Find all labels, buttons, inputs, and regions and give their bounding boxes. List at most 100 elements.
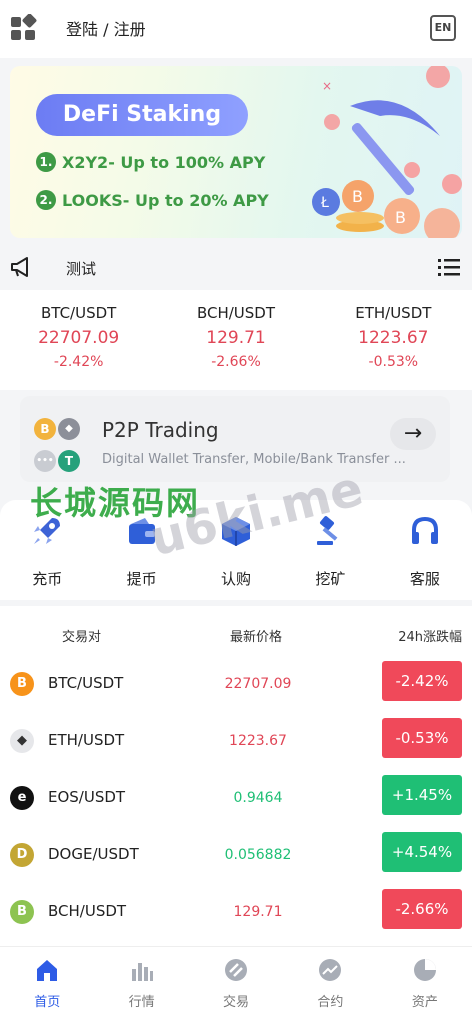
tether-icon: T [58, 450, 80, 472]
banner-title: DeFi Staking [36, 94, 248, 136]
language-switch-button[interactable]: EN [430, 15, 456, 41]
megaphone-icon [11, 257, 28, 277]
ticker-summary: BTC/USDT 22707.09 -2.42% BCH/USDT 129.71… [0, 290, 472, 390]
p2p-subtitle: Digital Wallet Transfer, Mobile/Bank Tra… [102, 452, 406, 467]
market-row[interactable]: ◆ ETH/USDT 1223.67 -0.53% [0, 715, 472, 772]
coin-icon: B [10, 672, 34, 696]
coin-icon: B [10, 900, 34, 924]
list-icon[interactable] [438, 258, 460, 276]
hammer-icon [317, 516, 338, 545]
p2p-trading-card[interactable]: B ◆ ••• T P2P Trading Digital Wallet Tra… [20, 396, 450, 482]
header-price: 最新价格 [230, 630, 283, 645]
svg-text:B: B [395, 208, 406, 227]
ticker-change: -2.66% [211, 354, 261, 370]
tab-label: 合约 [317, 995, 344, 1010]
deposit-button[interactable]: 充币 [0, 500, 94, 600]
market-pair: EOS/USDT [48, 788, 126, 806]
change-badge[interactable]: -0.53% [382, 718, 462, 758]
p2p-title: P2P Trading [102, 418, 219, 442]
market-pair: DOGE/USDT [48, 845, 139, 863]
market-price: 0.9464 [233, 790, 283, 806]
market-row[interactable]: D DOGE/USDT 0.056882 +4.54% [0, 829, 472, 886]
change-badge[interactable]: +1.45% [382, 775, 462, 815]
coin-icon: D [10, 843, 34, 867]
market-pair: BCH/USDT [48, 902, 127, 920]
change-badge[interactable]: -2.66% [382, 889, 462, 929]
change-badge[interactable]: +4.54% [382, 832, 462, 872]
market-price: 22707.09 [224, 676, 292, 692]
ticker-pair: ETH/USDT [355, 304, 432, 322]
ticker-price: 129.71 [206, 328, 266, 348]
ticker-change: -2.42% [53, 354, 104, 370]
tab-label: 首页 [34, 995, 61, 1010]
banner-line-1: 1. X2Y2- Up to 100% APY [36, 152, 265, 172]
tab-label: 资产 [411, 995, 438, 1010]
ticker-pair: BCH/USDT [196, 304, 276, 322]
tab-home[interactable]: 首页 [0, 947, 94, 1024]
market-pair: BTC/USDT [48, 674, 124, 692]
ticker-btc[interactable]: BTC/USDT 22707.09 -2.42% [0, 290, 157, 390]
bitcoin-icon: B [34, 418, 56, 440]
pickaxe-coins-illustration: B Ł B × [312, 66, 462, 238]
market-list: 交易对 最新价格 24h涨跌幅 B BTC/USDT 22707.09 -2.42% ◆… [0, 606, 472, 946]
coin-icon: ◆ [10, 729, 34, 753]
exchange-icon [225, 959, 248, 981]
header-pair: 交易对 [62, 630, 102, 645]
wallet-icon [128, 518, 155, 544]
notice-text: 测试 [66, 260, 97, 278]
ticker-change: -0.53% [368, 354, 419, 370]
notice-bar[interactable]: 测试 [0, 246, 472, 288]
deposit-label: 充币 [32, 570, 63, 588]
ethereum-icon: ◆ [58, 418, 80, 440]
market-row[interactable]: B BTC/USDT 22707.09 -2.42% [0, 658, 472, 715]
market-price: 1223.67 [229, 733, 287, 749]
pie-chart-icon [413, 959, 436, 981]
tab-assets[interactable]: 资产 [378, 947, 472, 1024]
banner-line-2: 2. LOOKS- Up to 20% APY [36, 190, 269, 210]
mining-label: 挖矿 [315, 570, 346, 588]
box-icon [222, 517, 251, 546]
apps-icon[interactable] [10, 14, 38, 42]
market-price: 129.71 [233, 904, 283, 920]
market-row[interactable]: B BCH/USDT 129.71 -2.66% [0, 886, 472, 943]
subscribe-label: 认购 [221, 570, 252, 588]
login-register-link[interactable]: 登陆 / 注册 [66, 16, 146, 40]
tab-label: 交易 [223, 995, 250, 1010]
tab-trade[interactable]: 交易 [189, 947, 283, 1024]
bottom-tab-bar: 首页 行情 交易 合约 资产 [0, 946, 472, 1024]
market-price: 0.056882 [224, 847, 292, 863]
svg-text:×: × [322, 79, 332, 93]
promo-banner[interactable]: DeFi Staking 1. X2Y2- Up to 100% APY 2. … [10, 66, 462, 238]
svg-text:B: B [352, 187, 363, 206]
market-pair: ETH/USDT [48, 731, 125, 749]
withdraw-button[interactable]: 提币 [94, 500, 188, 600]
support-button[interactable]: 客服 [378, 500, 472, 600]
top-header: 登陆 / 注册 EN [0, 0, 472, 58]
ticker-price: 1223.67 [358, 328, 429, 348]
market-header: 交易对 最新价格 24h涨跌幅 [0, 606, 472, 658]
coin-icon: e [10, 786, 34, 810]
subscribe-button[interactable]: 认购 [189, 500, 283, 600]
mining-button[interactable]: 挖矿 [283, 500, 377, 600]
support-label: 客服 [409, 570, 440, 588]
trend-icon [319, 959, 342, 981]
ticker-eth[interactable]: ETH/USDT 1223.67 -0.53% [315, 290, 472, 390]
market-row[interactable]: e EOS/USDT 0.9464 +1.45% [0, 772, 472, 829]
ticker-bch[interactable]: BCH/USDT 129.71 -2.66% [157, 290, 314, 390]
ticker-price: 22707.09 [38, 328, 120, 348]
arrow-right-icon[interactable]: → [390, 418, 436, 450]
tab-contract[interactable]: 合约 [283, 947, 377, 1024]
headset-icon [411, 516, 438, 544]
rocket-icon [34, 518, 61, 544]
home-icon [37, 960, 58, 981]
withdraw-label: 提币 [126, 570, 157, 588]
quick-actions: 充币 提币 认购 挖矿 客服 [0, 500, 472, 600]
tab-label: 行情 [128, 995, 155, 1010]
svg-text:Ł: Ł [320, 195, 329, 211]
tab-market[interactable]: 行情 [94, 947, 188, 1024]
bar-chart-icon [131, 963, 153, 981]
header-change: 24h涨跌幅 [398, 630, 462, 645]
ticker-pair: BTC/USDT [41, 304, 117, 322]
more-icon: ••• [34, 450, 56, 472]
change-badge[interactable]: -2.42% [382, 661, 462, 701]
